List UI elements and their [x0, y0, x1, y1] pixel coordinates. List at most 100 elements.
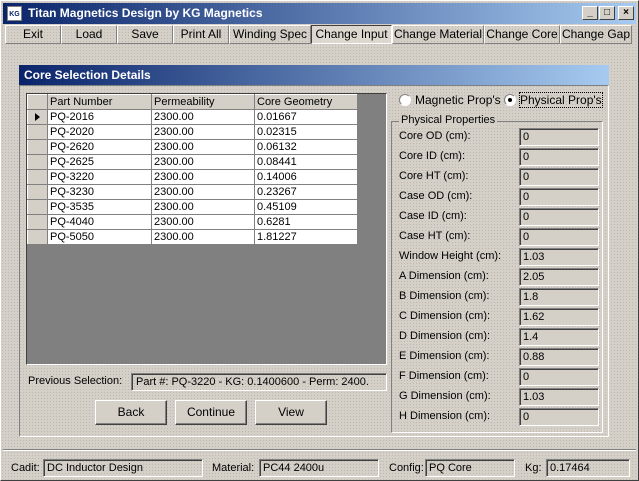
- row-selector[interactable]: [27, 154, 48, 170]
- prop-label: C Dimension (cm):: [399, 310, 491, 322]
- table-cell[interactable]: PQ-3230: [47, 184, 152, 200]
- table-cell[interactable]: 0.06132: [254, 139, 358, 155]
- magnetic-props-radio[interactable]: Magnetic Prop's: [399, 93, 501, 107]
- radio-label: Physical Prop's: [519, 92, 603, 108]
- table-row[interactable]: PQ-2016 2300.00 0.01667: [27, 109, 358, 125]
- current-row-arrow-icon: [35, 113, 40, 121]
- table-cell[interactable]: 2300.00: [151, 229, 255, 245]
- change-core-button[interactable]: Change Core: [484, 25, 560, 44]
- change-input-button[interactable]: Change Input: [311, 25, 392, 44]
- table-cell[interactable]: 2300.00: [151, 169, 255, 185]
- exit-button[interactable]: Exit: [5, 25, 61, 44]
- title-bar[interactable]: KG Titan Magnetics Design by KG Magnetic…: [3, 3, 636, 24]
- back-button[interactable]: Back: [95, 400, 167, 425]
- change-material-button[interactable]: Change Material: [392, 25, 484, 44]
- prop-label: G Dimension (cm):: [399, 390, 491, 402]
- view-button[interactable]: View: [255, 400, 327, 425]
- table-cell[interactable]: PQ-4040: [47, 214, 152, 230]
- table-cell[interactable]: 0.01667: [254, 109, 358, 125]
- table-cell[interactable]: PQ-2620: [47, 139, 152, 155]
- print-all-button[interactable]: Print All: [173, 25, 229, 44]
- physical-properties-legend: Physical Properties: [399, 114, 498, 126]
- window-title: Titan Magnetics Design by KG Magnetics: [28, 6, 263, 20]
- column-header[interactable]: Part Number: [47, 94, 152, 110]
- table-cell[interactable]: 0.02315: [254, 124, 358, 140]
- table-row[interactable]: PQ-3220 2300.00 0.14006: [27, 169, 358, 185]
- material-label: Material:: [212, 462, 255, 474]
- table-cell[interactable]: 0.6281: [254, 214, 358, 230]
- row-selector[interactable]: [27, 229, 48, 245]
- core-grid[interactable]: Part Number Permeability Core Geometry P…: [26, 93, 387, 365]
- table-cell[interactable]: 2300.00: [151, 184, 255, 200]
- radio-off-icon: [399, 94, 411, 106]
- table-row[interactable]: PQ-3230 2300.00 0.23267: [27, 184, 358, 200]
- table-cell[interactable]: 2300.00: [151, 214, 255, 230]
- winding-spec-button[interactable]: Winding Spec: [229, 25, 311, 44]
- config-label: Config:: [389, 462, 424, 474]
- panel-title: Core Selection Details: [19, 65, 609, 85]
- table-row[interactable]: PQ-2620 2300.00 0.06132: [27, 139, 358, 155]
- save-button[interactable]: Save: [117, 25, 173, 44]
- prop-label: B Dimension (cm):: [399, 290, 490, 302]
- table-cell[interactable]: PQ-2625: [47, 154, 152, 170]
- row-selector[interactable]: [27, 184, 48, 200]
- row-selector[interactable]: [27, 214, 48, 230]
- column-header[interactable]: Permeability: [151, 94, 255, 110]
- row-selector[interactable]: [27, 199, 48, 215]
- table-cell[interactable]: 1.81227: [254, 229, 358, 245]
- table-cell[interactable]: PQ-2020: [47, 124, 152, 140]
- table-cell[interactable]: 2300.00: [151, 199, 255, 215]
- table-cell[interactable]: 0.23267: [254, 184, 358, 200]
- column-header[interactable]: Core Geometry: [254, 94, 358, 110]
- table-cell[interactable]: 2300.00: [151, 109, 255, 125]
- previous-selection-label: Previous Selection:: [28, 375, 123, 387]
- minimize-button[interactable]: _: [582, 6, 598, 20]
- table-row[interactable]: PQ-2625 2300.00 0.08441: [27, 154, 358, 170]
- prop-label: F Dimension (cm):: [399, 370, 489, 382]
- kg-label: Kg:: [525, 462, 542, 474]
- prop-label: Case OD (cm):: [399, 190, 473, 202]
- row-selector[interactable]: [27, 169, 48, 185]
- table-row[interactable]: PQ-5050 2300.00 1.81227: [27, 229, 358, 245]
- prop-label: Core HT (cm):: [399, 170, 469, 182]
- prop-label: D Dimension (cm):: [399, 330, 491, 342]
- prop-value-field: 2.05: [519, 268, 599, 286]
- prop-label: H Dimension (cm):: [399, 410, 491, 422]
- table-cell[interactable]: PQ-3535: [47, 199, 152, 215]
- config-value: PQ Core: [425, 459, 515, 477]
- table-cell[interactable]: PQ-5050: [47, 229, 152, 245]
- maximize-button[interactable]: □: [599, 6, 615, 20]
- physical-props-radio[interactable]: Physical Prop's: [504, 92, 603, 108]
- status-bar: Cadit: DC Inductor Design Material: PC44…: [1, 456, 639, 480]
- cadit-value: DC Inductor Design: [43, 459, 203, 477]
- table-cell[interactable]: 0.14006: [254, 169, 358, 185]
- table-cell[interactable]: 2300.00: [151, 154, 255, 170]
- table-row[interactable]: PQ-3535 2300.00 0.45109: [27, 199, 358, 215]
- row-selector[interactable]: [27, 124, 48, 140]
- row-selector[interactable]: [27, 139, 48, 155]
- kg-value: 0.17464: [546, 459, 630, 477]
- prop-value-field: 1.62: [519, 308, 599, 326]
- prop-value-field: 0: [519, 228, 599, 246]
- load-button[interactable]: Load: [61, 25, 117, 44]
- prop-value-field: 0: [519, 208, 599, 226]
- app-logo-icon: KG: [7, 6, 22, 21]
- table-cell[interactable]: 2300.00: [151, 139, 255, 155]
- table-cell[interactable]: PQ-2016: [47, 109, 152, 125]
- previous-selection-value: Part #: PQ-3220 - KG: 0.1400600 - Perm: …: [131, 373, 387, 391]
- continue-button[interactable]: Continue: [175, 400, 247, 425]
- row-selector-header: [27, 94, 48, 110]
- table-cell[interactable]: 0.08441: [254, 154, 358, 170]
- close-button[interactable]: ×: [618, 6, 634, 20]
- table-row[interactable]: PQ-4040 2300.00 0.6281: [27, 214, 358, 230]
- table-cell[interactable]: 0.45109: [254, 199, 358, 215]
- prop-value-field: 1.03: [519, 388, 599, 406]
- table-cell[interactable]: PQ-3220: [47, 169, 152, 185]
- change-gap-button[interactable]: Change Gap: [560, 25, 632, 44]
- table-cell[interactable]: 2300.00: [151, 124, 255, 140]
- core-table: Part Number Permeability Core Geometry P…: [27, 94, 358, 245]
- row-selector[interactable]: [27, 109, 48, 125]
- table-row[interactable]: PQ-2020 2300.00 0.02315: [27, 124, 358, 140]
- prop-value-field: 0: [519, 408, 599, 426]
- prop-label: Core ID (cm):: [399, 150, 465, 162]
